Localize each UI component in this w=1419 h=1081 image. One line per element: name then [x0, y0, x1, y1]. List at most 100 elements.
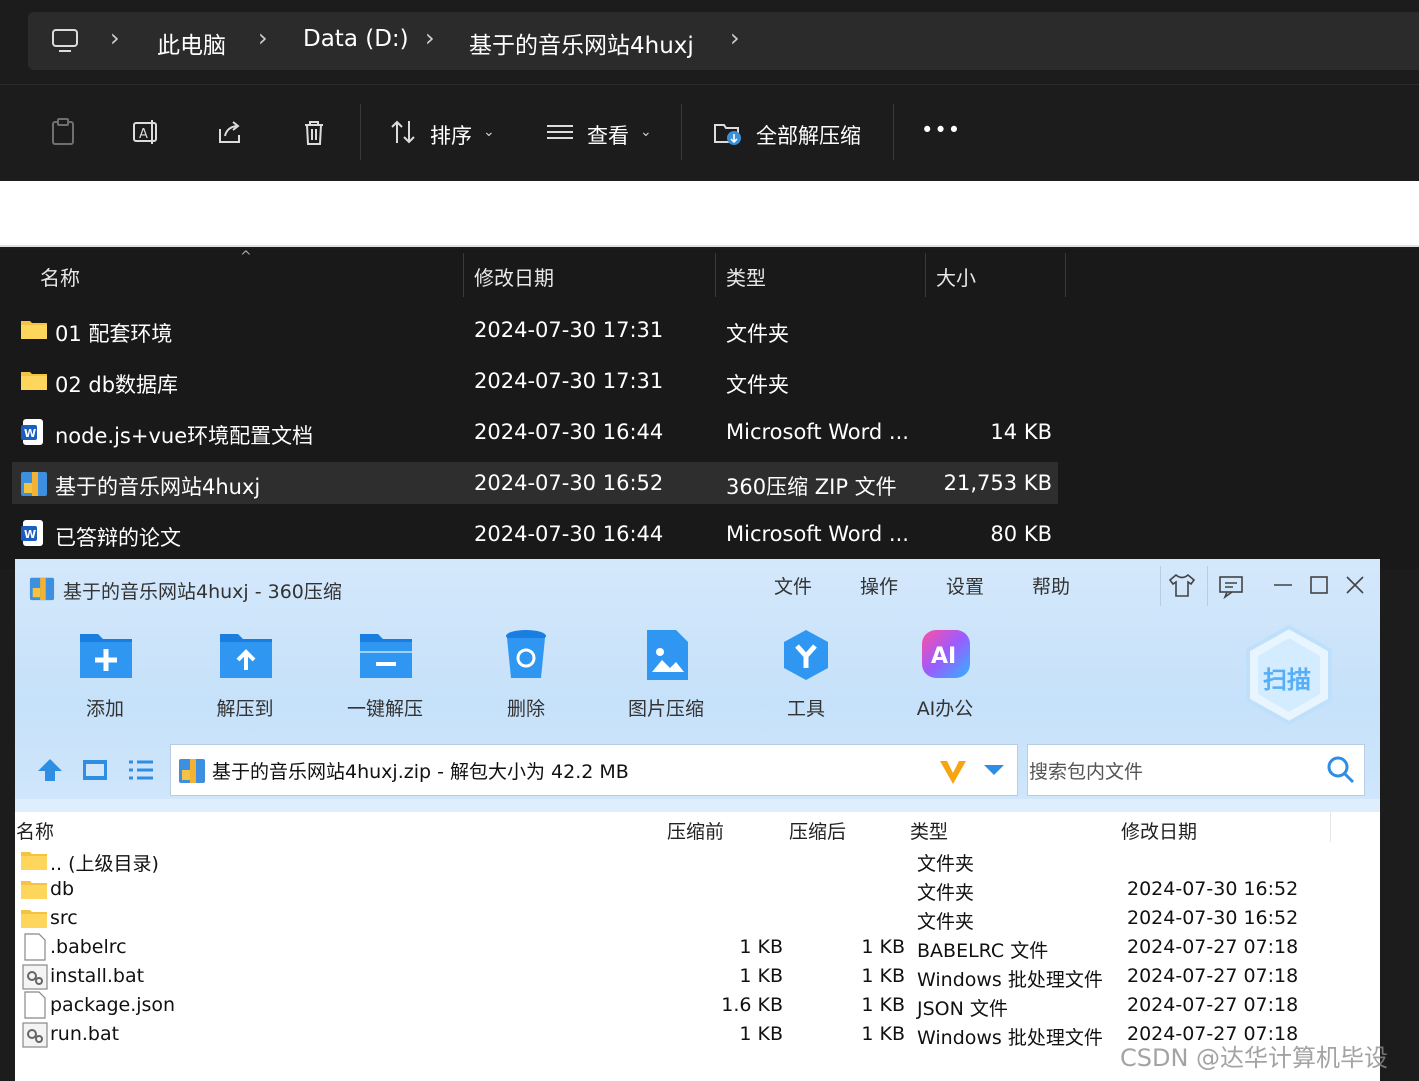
minimize-icon[interactable]	[1270, 572, 1296, 598]
ai-office-icon[interactable]: AI	[920, 628, 972, 680]
breadcrumb-folder[interactable]: 基于的音乐网站4huxj	[469, 26, 694, 60]
archive-item-before: 1 KB	[739, 965, 783, 987]
column-header-type[interactable]: 类型	[726, 262, 766, 291]
one-click-extract-button[interactable]: 一键解压	[325, 694, 445, 721]
dropdown-arrow-icon[interactable]	[982, 762, 1006, 778]
delete-icon[interactable]	[503, 628, 549, 682]
chevron-down-icon[interactable]: ⌄	[640, 124, 652, 140]
menu-settings[interactable]: 设置	[946, 572, 984, 599]
scan-label[interactable]: 扫描	[1263, 660, 1311, 695]
archive-item-name[interactable]: .. (上级目录)	[50, 849, 159, 876]
chevron-right-icon[interactable]: ›	[730, 24, 740, 52]
skin-icon[interactable]	[1167, 572, 1197, 598]
view-icon[interactable]	[545, 117, 575, 147]
file-date: 2024-07-30 16:52	[474, 471, 664, 495]
extract-all-icon[interactable]	[712, 117, 742, 147]
file-type: 文件夹	[726, 322, 789, 346]
column-divider[interactable]	[1330, 812, 1331, 842]
search-icon[interactable]	[1326, 755, 1356, 785]
title-divider	[1160, 566, 1161, 606]
breadcrumb[interactable]	[28, 12, 1419, 70]
file-icon	[24, 991, 46, 1019]
breadcrumb-this-pc[interactable]: 此电脑	[157, 26, 226, 60]
v-logo-icon[interactable]	[938, 758, 968, 786]
zip-icon	[179, 759, 205, 783]
file-name: 已答辩的论文	[55, 526, 181, 550]
archive-item-after: 1 KB	[861, 994, 905, 1016]
blank-pane	[0, 181, 1419, 247]
column-divider[interactable]	[463, 253, 464, 297]
folder-icon	[21, 910, 47, 928]
delete-button[interactable]: 删除	[466, 694, 586, 721]
tools-icon[interactable]	[780, 628, 836, 682]
breadcrumb-drive[interactable]: Data (D:)	[303, 26, 409, 52]
ai-office-button[interactable]: AI办公	[885, 694, 1005, 721]
tools-button[interactable]: 工具	[746, 694, 866, 721]
image-compress-icon[interactable]	[644, 628, 690, 682]
column-header-date[interactable]: 修改日期	[474, 262, 554, 291]
archive-item-name[interactable]: db	[50, 878, 74, 900]
column-header-before[interactable]: 压缩前	[667, 817, 724, 844]
up-level-icon[interactable]	[36, 757, 64, 783]
sort-icon[interactable]	[388, 117, 418, 147]
delete-icon[interactable]	[299, 117, 329, 147]
chevron-right-icon[interactable]: ›	[110, 24, 120, 52]
svg-text:AI: AI	[931, 644, 956, 669]
column-divider[interactable]	[715, 253, 716, 297]
maximize-icon[interactable]	[1306, 572, 1332, 598]
column-header-size[interactable]: 大小	[936, 262, 976, 291]
archive-item-name[interactable]: package.json	[50, 994, 175, 1016]
column-divider[interactable]	[1065, 253, 1066, 297]
archive-item-name[interactable]: .babelrc	[50, 936, 127, 958]
list-view-icon[interactable]	[127, 758, 155, 782]
add-icon[interactable]	[78, 628, 134, 680]
extract-all-button[interactable]: 全部解压缩	[756, 120, 861, 150]
archive-item-date: 2024-07-30 16:52	[1127, 878, 1299, 900]
image-compress-button[interactable]: 图片压缩	[606, 694, 726, 721]
close-icon[interactable]	[1342, 572, 1368, 598]
chevron-right-icon[interactable]: ›	[258, 24, 268, 52]
archive-item-name[interactable]: run.bat	[50, 1023, 119, 1045]
chevron-down-icon[interactable]: ⌄	[483, 124, 495, 140]
archive-item-date: 2024-07-27 07:18	[1127, 994, 1299, 1016]
more-options-icon[interactable]: •••	[921, 118, 961, 142]
menu-help[interactable]: 帮助	[1032, 572, 1070, 599]
computer-icon[interactable]	[50, 26, 80, 56]
menu-operation[interactable]: 操作	[860, 572, 898, 599]
column-header-name[interactable]: 名称	[40, 262, 80, 291]
column-header-type[interactable]: 类型	[910, 817, 948, 844]
paste-icon[interactable]	[48, 117, 78, 147]
file-type: Microsoft Word ...	[726, 420, 909, 444]
column-header-date[interactable]: 修改日期	[1121, 817, 1197, 844]
one-click-extract-icon[interactable]	[358, 628, 414, 680]
archive-item-name[interactable]: install.bat	[50, 965, 144, 987]
rename-icon[interactable]: A	[131, 117, 161, 147]
archive-item-before: 1.6 KB	[721, 994, 783, 1016]
command-bar	[0, 84, 1419, 180]
menu-file[interactable]: 文件	[774, 572, 812, 599]
archive-item-type: 文件夹	[917, 911, 975, 933]
share-icon[interactable]	[215, 117, 245, 147]
sort-button[interactable]: 排序	[430, 120, 472, 150]
file-size: 21,753 KB	[943, 471, 1052, 495]
column-divider[interactable]	[925, 253, 926, 297]
file-name: 基于的音乐网站4huxj	[55, 475, 261, 499]
bat-icon	[22, 1022, 48, 1048]
folder-icon	[21, 852, 47, 870]
archive-item-after: 1 KB	[861, 936, 905, 958]
extract-to-icon[interactable]	[218, 628, 274, 680]
add-button[interactable]: 添加	[45, 694, 165, 721]
archive-item-name[interactable]: src	[50, 907, 78, 929]
extract-to-button[interactable]: 解压到	[185, 694, 305, 721]
archive-item-after: 1 KB	[861, 965, 905, 987]
chevron-right-icon[interactable]: ›	[425, 24, 435, 52]
column-header-after[interactable]: 压缩后	[789, 817, 846, 844]
view-button[interactable]: 查看	[587, 120, 629, 150]
column-header-name[interactable]: 名称	[16, 817, 54, 844]
feedback-icon[interactable]	[1217, 573, 1245, 599]
thumbnail-view-icon[interactable]	[82, 758, 108, 782]
file-date: 2024-07-30 16:44	[474, 420, 664, 444]
file-name: node.js+vue环境配置文档	[55, 424, 314, 448]
archive-item-before: 1 KB	[739, 936, 783, 958]
file-icon	[24, 933, 46, 961]
